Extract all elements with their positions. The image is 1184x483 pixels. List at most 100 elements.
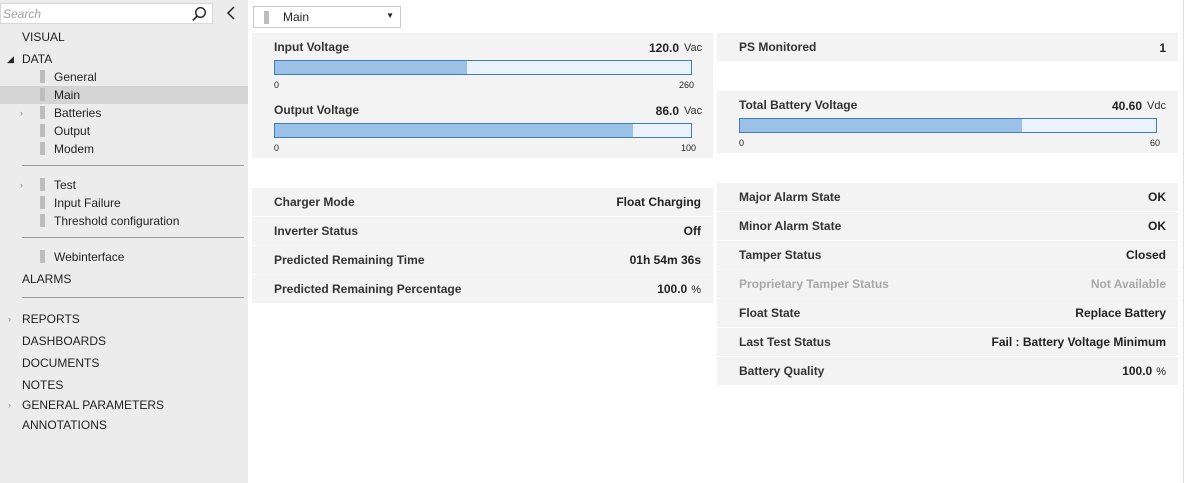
battery-voltage-bar [739, 118, 1157, 133]
status-row-value: 100.0% [657, 275, 701, 304]
input-voltage-min: 0 [274, 80, 280, 90]
battery-voltage-max: 60 [1150, 138, 1161, 148]
item-marker [40, 124, 45, 137]
status-row-value-text: Closed [1125, 248, 1166, 262]
input-voltage-unit: Vac [684, 42, 703, 54]
nav-alarms-label: ALARMS [22, 272, 72, 286]
status-row-value-text: Replace Battery [1075, 306, 1166, 320]
status-row-value: OK [1148, 183, 1166, 211]
search-box [0, 3, 213, 24]
output-voltage-min: 0 [274, 143, 280, 153]
battery-voltage-bar-fill [740, 119, 1022, 132]
status-row-value-text: 100.0 [1122, 364, 1153, 378]
battery-voltage-min: 0 [739, 138, 745, 148]
input-voltage-max: 260 [679, 80, 695, 90]
nav-item-output[interactable]: Output [0, 122, 248, 140]
status-row-value-text: 100.0 [657, 282, 688, 296]
chevron-down-icon[interactable]: ▼ [386, 11, 394, 20]
search-icon[interactable] [191, 6, 207, 22]
nav-reports[interactable]: › REPORTS [0, 310, 248, 328]
nav-data[interactable]: ◢ DATA [0, 50, 248, 68]
status-row-label: Inverter Status [274, 224, 359, 238]
expand-arrow-icon[interactable]: › [8, 396, 11, 414]
nav-annotations-label: ANNOTATIONS [22, 418, 107, 432]
battery-voltage-panel: Total Battery Voltage 40.60 Vdc 0 60 [717, 91, 1178, 153]
status-row-label: Last Test Status [739, 335, 831, 349]
item-marker [40, 214, 45, 227]
nav-notes[interactable]: NOTES [0, 376, 248, 394]
status-row: Minor Alarm State OK [717, 212, 1178, 241]
nav-dashboards-label: DASHBOARDS [22, 334, 107, 348]
divider [22, 165, 244, 166]
nav-item-threshold-configuration[interactable]: Threshold configuration [0, 212, 248, 230]
status-row-value-text: Off [683, 224, 701, 238]
nav-item-main[interactable]: Main [0, 86, 248, 104]
nav-general-parameters-label: GENERAL PARAMETERS [22, 398, 165, 412]
nav-item-label: Webinterface [54, 250, 125, 264]
output-voltage-bar [274, 123, 692, 138]
nav-documents[interactable]: DOCUMENTS [0, 354, 248, 372]
app-window: VISUAL ◢ DATA General Main › Batteries O… [0, 0, 1184, 483]
status-row: Battery Quality 100.0% [717, 357, 1178, 386]
nav-item-label: Threshold configuration [54, 214, 180, 228]
status-row-label: Battery Quality [739, 364, 825, 378]
status-row: Inverter Status Off [252, 217, 713, 246]
collapse-sidebar-icon[interactable] [222, 4, 240, 22]
output-voltage-label: Output Voltage [274, 103, 360, 117]
input-voltage-bar-fill [275, 61, 467, 74]
view-select-value: Main [283, 10, 310, 24]
status-row-value: 100.0% [1122, 357, 1166, 386]
nav-item-label: Modem [54, 142, 95, 156]
view-select-dropdown[interactable]: Main ▼ [253, 6, 401, 28]
status-row: Float State Replace Battery [717, 299, 1178, 328]
divider [22, 297, 244, 298]
status-row-value: Fail : Battery Voltage Minimum [992, 328, 1166, 356]
status-row-label: Predicted Remaining Time [274, 253, 425, 267]
expanded-arrow-icon[interactable]: ◢ [7, 50, 14, 68]
status-row-value-text: Float Charging [616, 195, 701, 209]
status-row-value: OK [1148, 212, 1166, 240]
status-row-value-text: 01h 54m 36s [629, 253, 701, 267]
status-row-unit: % [691, 284, 701, 296]
battery-voltage-label: Total Battery Voltage [739, 98, 858, 112]
nav-alarms[interactable]: ALARMS [0, 270, 248, 288]
battery-voltage-unit: Vdc [1147, 100, 1166, 112]
expand-arrow-icon[interactable]: › [20, 176, 23, 194]
nav-dashboards[interactable]: DASHBOARDS [0, 332, 248, 350]
nav-item-general[interactable]: General [0, 68, 248, 86]
item-marker [264, 11, 269, 24]
nav-item-batteries[interactable]: › Batteries [0, 104, 248, 122]
nav-annotations[interactable]: ANNOTATIONS [0, 416, 248, 434]
nav-data-label: DATA [22, 52, 53, 66]
nav-item-test[interactable]: › Test [0, 176, 248, 194]
status-row-label: Predicted Remaining Percentage [274, 282, 462, 296]
nav-documents-label: DOCUMENTS [22, 356, 100, 370]
status-row: Major Alarm State OK [717, 183, 1178, 212]
nav-item-modem[interactable]: Modem [0, 140, 248, 158]
status-row-label: Float State [739, 306, 801, 320]
search-input[interactable] [3, 5, 183, 22]
expand-arrow-icon[interactable]: › [20, 104, 23, 122]
nav-item-label: General [54, 70, 97, 84]
status-row: Proprietary Tamper Status Not Available [717, 270, 1178, 299]
status-row-label: Proprietary Tamper Status [739, 277, 889, 291]
status-row-label: Minor Alarm State [739, 219, 842, 233]
expand-arrow-icon[interactable]: › [8, 310, 11, 328]
sidebar: VISUAL ◢ DATA General Main › Batteries O… [0, 0, 248, 483]
nav-item-input-failure[interactable]: Input Failure [0, 194, 248, 212]
voltage-gauges-panel: Input Voltage 120.0 Vac 0 260 Output Vol… [252, 33, 713, 158]
nav-notes-label: NOTES [22, 378, 64, 392]
nav-visual-label: VISUAL [22, 30, 65, 44]
input-voltage-value: 120.0 [648, 41, 679, 55]
ps-monitored-value: 1 [1159, 41, 1166, 55]
nav-item-webinterface[interactable]: Webinterface [0, 248, 248, 266]
item-marker [40, 178, 45, 191]
nav-item-label: Batteries [54, 106, 102, 120]
nav-reports-label: REPORTS [22, 312, 80, 326]
nav-item-label: Output [54, 124, 91, 138]
nav-general-parameters[interactable]: › GENERAL PARAMETERS [0, 396, 248, 414]
nav-visual[interactable]: VISUAL [0, 28, 248, 46]
status-row-label: Major Alarm State [739, 190, 841, 204]
item-marker [40, 106, 45, 119]
status-row-unit: % [1156, 366, 1166, 378]
